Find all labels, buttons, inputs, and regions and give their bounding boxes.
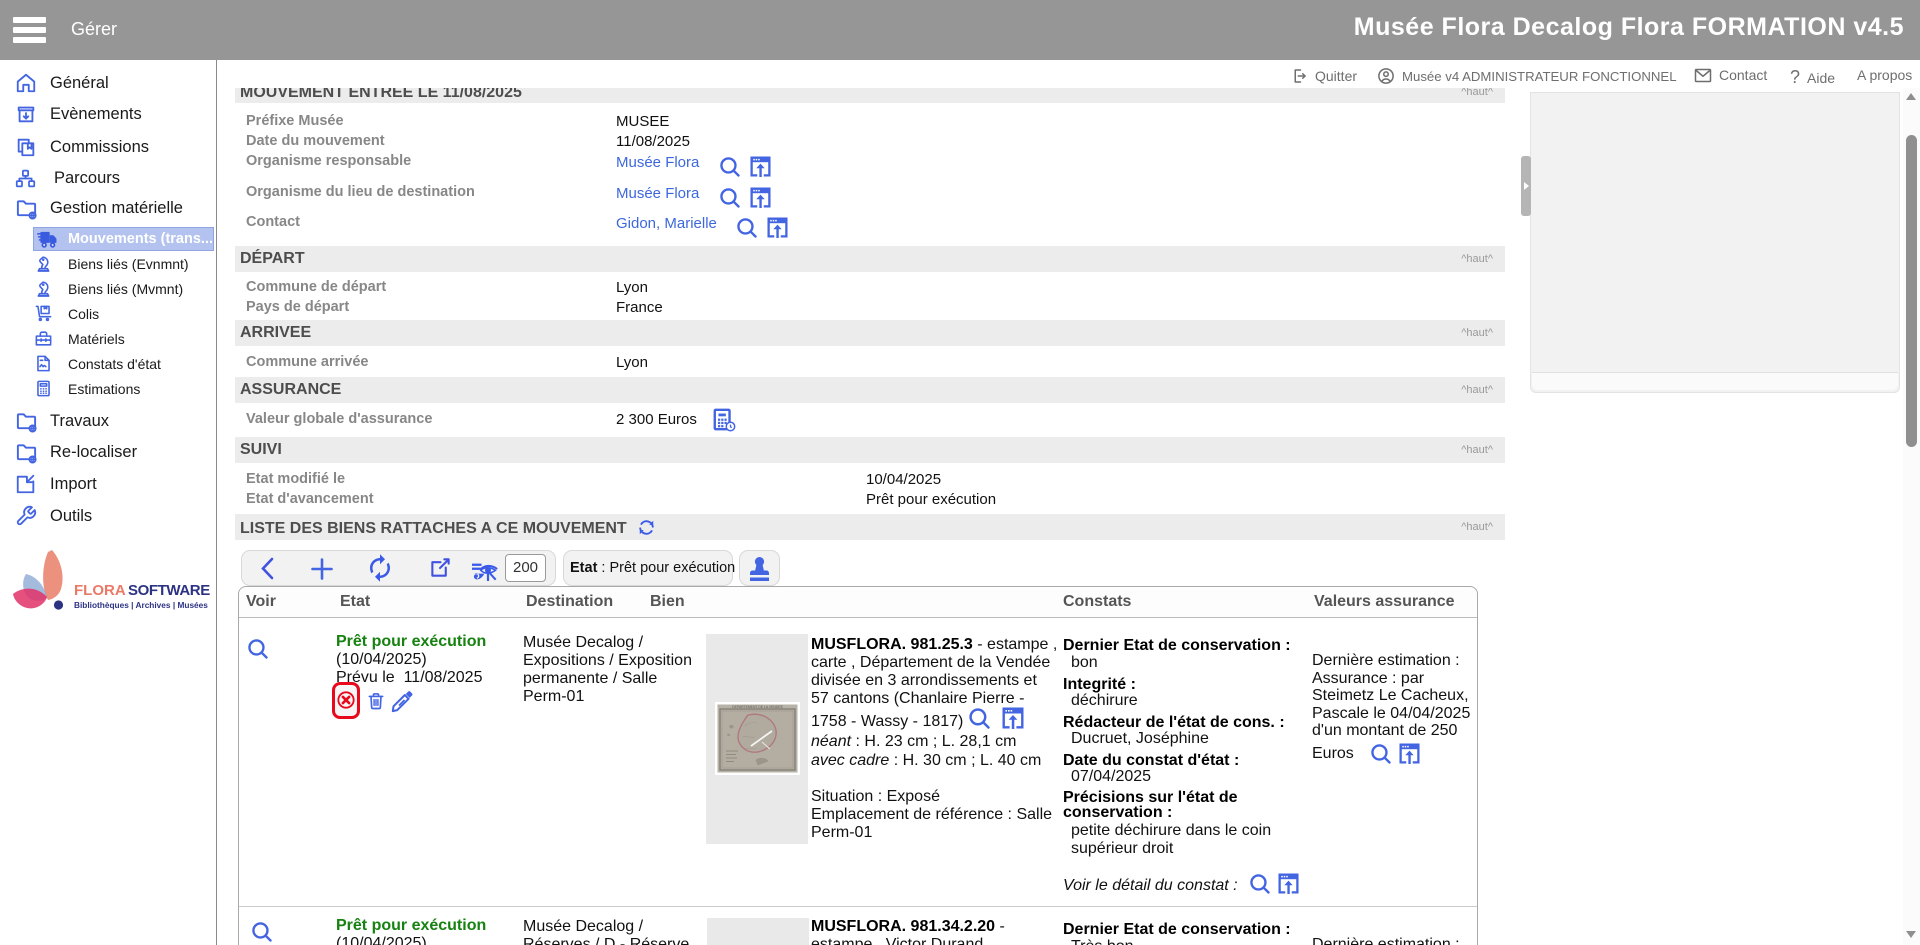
svg-text:Bibliothèques | Archives | Mus: Bibliothèques | Archives | Musées xyxy=(74,600,208,610)
svg-text:FLORA: FLORA xyxy=(74,582,126,599)
svg-text:DEPARTEMENT DE LA VENDEE: DEPARTEMENT DE LA VENDEE xyxy=(732,705,783,709)
svg-text:SOFTWARE: SOFTWARE xyxy=(128,582,210,599)
